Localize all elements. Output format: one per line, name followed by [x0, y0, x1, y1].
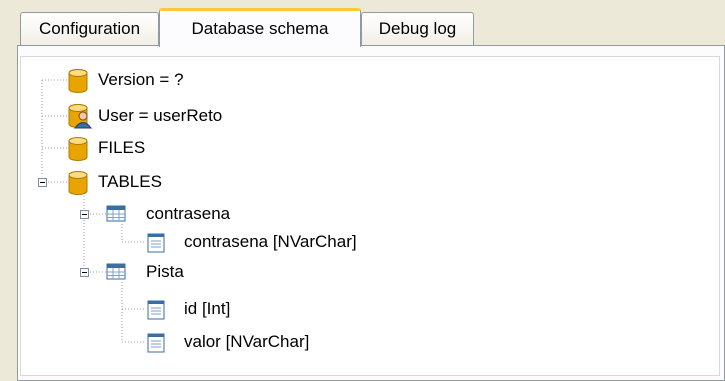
tree-node-label: id [Int]	[184, 299, 231, 318]
tree-node-label: User = userReto	[98, 106, 223, 125]
tree-node-column[interactable]: id [Int]	[146, 296, 446, 322]
database-user-icon	[68, 104, 92, 129]
tree-node-tables[interactable]: TABLES	[66, 169, 326, 195]
tab-debug-log[interactable]: Debug log	[361, 12, 474, 45]
tree-node-column[interactable]: valor [NVarChar]	[146, 329, 446, 355]
table-icon	[106, 263, 126, 280]
column-icon	[147, 300, 165, 320]
database-icon	[68, 171, 88, 195]
tab-configuration[interactable]: Configuration	[20, 12, 159, 45]
tree-node-files[interactable]: FILES	[66, 135, 326, 161]
tree-node-version[interactable]: Version = ?	[66, 67, 326, 93]
tab-database-schema[interactable]: Database schema	[159, 8, 361, 47]
pista-collapse-toggle[interactable]	[80, 268, 89, 277]
column-icon	[147, 333, 165, 353]
tree-node-label: valor [NVarChar]	[184, 332, 310, 351]
tree-node-table-pista[interactable]: Pista	[106, 259, 366, 285]
tree-node-table-contrasena[interactable]: contrasena	[106, 201, 366, 227]
tab-strip: Configuration Database schema Debug log	[0, 0, 725, 47]
tree-node-label: Version = ?	[98, 70, 184, 89]
tree-node-label: TABLES	[98, 172, 162, 191]
contrasena-collapse-toggle[interactable]	[80, 210, 89, 219]
tree-node-user[interactable]: User = userReto	[66, 103, 326, 129]
tree-node-label: Pista	[146, 262, 184, 281]
tables-collapse-toggle[interactable]	[38, 178, 47, 187]
tree-node-label: contrasena [NVarChar]	[184, 232, 357, 251]
tree-node-column[interactable]: contrasena [NVarChar]	[146, 229, 446, 255]
tree-node-label: contrasena	[146, 204, 231, 223]
column-icon	[147, 233, 165, 253]
table-icon	[106, 205, 126, 222]
database-icon	[68, 69, 88, 93]
database-icon	[68, 137, 88, 161]
tree-node-label: FILES	[98, 138, 146, 157]
